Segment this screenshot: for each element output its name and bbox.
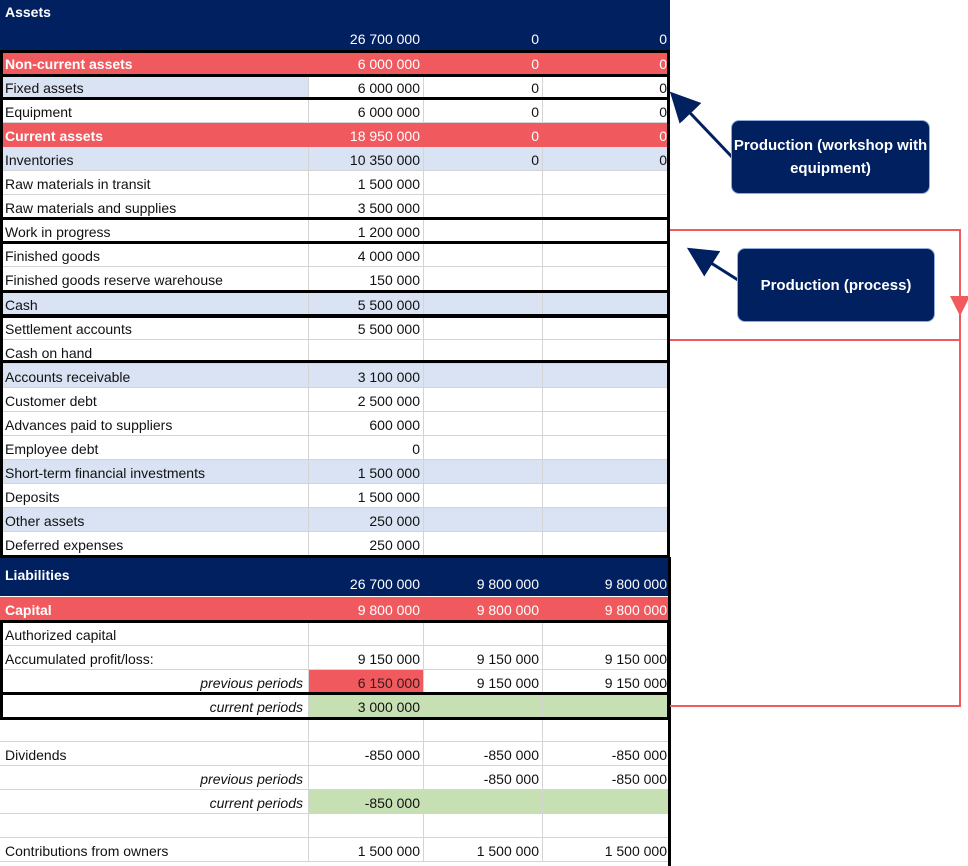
workshop-arrow [669,91,734,159]
callout-process: Production (process) [737,248,935,322]
process-arrow [686,247,739,282]
callout-workshop: Production (workshop with equipment) [731,120,930,194]
